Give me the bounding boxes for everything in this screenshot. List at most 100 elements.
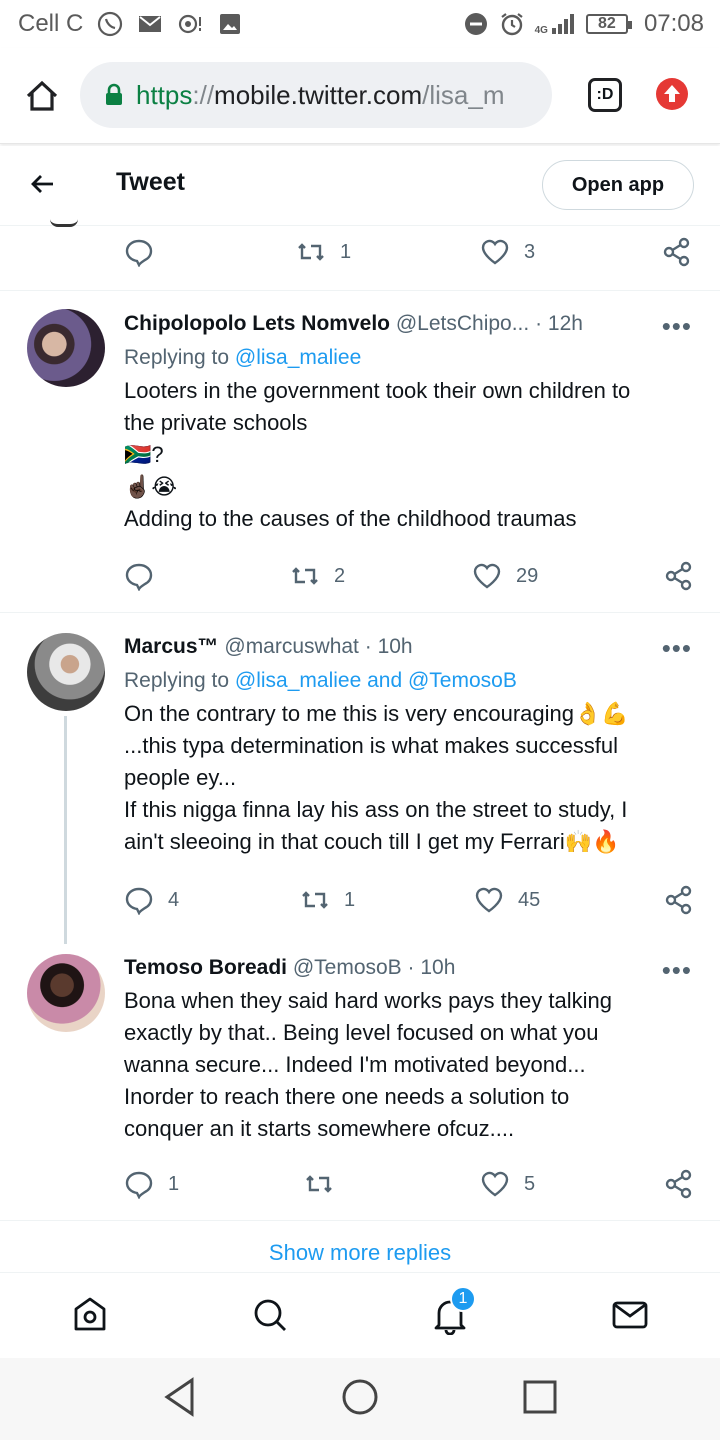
handle[interactable]: @marcuswhat (224, 635, 359, 658)
like-button[interactable]: 5 (480, 1164, 535, 1204)
tweet-actions: 1 3 (124, 232, 694, 272)
like-button[interactable]: 3 (480, 232, 535, 272)
lock-icon (106, 83, 122, 105)
like-count: 5 (524, 1172, 536, 1195)
timestamp[interactable]: · 12h (535, 312, 583, 335)
home-icon (74, 1297, 106, 1331)
replying-to: Replying to @lisa_maliee and @TemosoB (124, 669, 517, 692)
avatar[interactable] (27, 633, 105, 711)
reply-count: 1 (168, 1172, 180, 1195)
clock: 07:08 (643, 10, 704, 37)
heart-icon (481, 239, 509, 265)
display-name[interactable]: Chipolopolo Lets Nomvelo (124, 312, 390, 335)
retweet-button[interactable]: 1 (296, 232, 351, 272)
home-tab[interactable] (70, 1295, 110, 1335)
notification-badge: 1 (450, 1286, 476, 1312)
avatar[interactable] (27, 309, 105, 387)
reply-icon (125, 1171, 153, 1199)
address-bar[interactable]: https://mobile.twitter.com/lisa_m (80, 62, 552, 128)
reply-icon (125, 563, 153, 591)
reply-count: 4 (168, 888, 180, 911)
share-icon (665, 885, 692, 915)
mail-icon (139, 16, 162, 32)
reply-button[interactable] (124, 556, 168, 596)
share-button[interactable] (664, 880, 694, 920)
search-icon (254, 1299, 286, 1331)
reply-tweet[interactable]: ••• Marcus™ @marcuswhat · 10h Replying t… (0, 612, 720, 942)
share-button[interactable] (664, 1164, 694, 1204)
like-button[interactable]: 29 (472, 556, 538, 596)
retweet-button[interactable]: 2 (290, 556, 345, 596)
retweet-button[interactable]: 1 (300, 880, 355, 920)
retweet-icon (302, 891, 328, 909)
retweet-icon (292, 567, 318, 585)
tweet-text: Looters in the government took their own… (124, 378, 631, 531)
share-button[interactable] (664, 556, 694, 596)
like-count: 3 (524, 240, 536, 263)
avatar (50, 219, 78, 227)
reply-button[interactable]: 4 (124, 880, 179, 920)
update-icon[interactable] (654, 76, 690, 112)
signal-icon: 4G (535, 12, 576, 36)
page-title: Tweet (116, 168, 185, 196)
retweet-count: 2 (334, 564, 346, 587)
mention-link[interactable]: @lisa_maliee (235, 346, 361, 369)
retweet-icon (298, 243, 324, 261)
mention-link[interactable]: @lisa_maliee and @TemosoB (235, 669, 517, 692)
tweet-text: Bona when they said hard works pays they… (124, 988, 612, 1141)
tweet-header: Tweet Open app (0, 146, 720, 226)
tweet-actions: 2 29 (124, 556, 694, 596)
heart-icon (473, 563, 501, 589)
handle[interactable]: @TemosoB (293, 956, 402, 979)
reply-icon (125, 239, 153, 267)
recents-icon[interactable] (522, 1376, 558, 1418)
share-icon (665, 1169, 692, 1199)
mail-icon (612, 1301, 648, 1329)
heart-icon (481, 1171, 509, 1197)
replying-to: Replying to @lisa_maliee (124, 346, 362, 369)
system-navigation-bar (0, 1358, 720, 1440)
tweet-actions: 1 5 (124, 1164, 694, 1204)
thread-connector (64, 716, 67, 944)
browser-toolbar: https://mobile.twitter.com/lisa_m :D (0, 48, 720, 144)
back-arrow-icon[interactable] (28, 170, 56, 198)
share-icon (665, 561, 692, 591)
url-text: https://mobile.twitter.com/lisa_m (136, 79, 505, 110)
reply-icon (125, 887, 153, 915)
retweet-button[interactable] (304, 1164, 348, 1204)
reply-tweet[interactable]: ••• Chipolopolo Lets Nomvelo @LetsChipo.… (0, 290, 720, 612)
share-button[interactable] (662, 232, 692, 272)
messages-tab[interactable] (610, 1295, 650, 1335)
show-more-replies-link[interactable]: Show more replies (0, 1240, 720, 1276)
tweet-author: Temoso Boreadi @TemosoB · 10h (124, 953, 696, 983)
display-name[interactable]: Temoso Boreadi (124, 956, 287, 979)
tabs-button[interactable]: :D (588, 78, 622, 112)
share-icon (663, 237, 690, 267)
timestamp[interactable]: · 10h (365, 635, 413, 658)
retweet-count: 1 (344, 888, 356, 911)
hotspot-icon (179, 14, 202, 34)
like-button[interactable]: 45 (474, 880, 540, 920)
display-name[interactable]: Marcus™ (124, 635, 219, 658)
back-icon[interactable] (162, 1376, 198, 1418)
home-circle-icon[interactable] (340, 1376, 380, 1418)
alarm-icon (500, 13, 523, 36)
heart-icon (475, 887, 503, 913)
status-bar: Cell C 4G 82 07:08 (0, 0, 720, 48)
divider (0, 1220, 720, 1221)
explore-tab[interactable] (250, 1295, 290, 1335)
reply-button[interactable] (124, 232, 154, 272)
reply-tweet[interactable]: ••• Temoso Boreadi @TemosoB · 10h Bona w… (0, 944, 720, 1220)
avatar[interactable] (27, 954, 105, 1032)
reply-button[interactable]: 1 (124, 1164, 179, 1204)
whatsapp-icon (98, 11, 123, 37)
home-icon[interactable] (24, 78, 60, 114)
timestamp[interactable]: · 10h (408, 956, 456, 979)
handle[interactable]: @LetsChipo... (396, 312, 529, 335)
open-app-button[interactable]: Open app (542, 160, 694, 210)
tweet-text: On the contrary to me this is very encou… (124, 701, 629, 854)
tweet-actions: 4 1 45 (124, 880, 694, 920)
like-count: 29 (516, 564, 539, 587)
retweet-count: 1 (340, 240, 352, 263)
carrier-label: Cell C (18, 10, 84, 37)
